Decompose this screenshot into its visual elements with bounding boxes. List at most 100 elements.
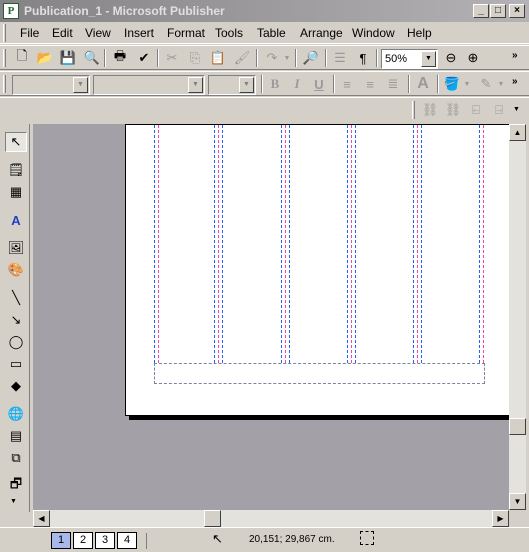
- column-guide: [421, 125, 422, 363]
- text-box-icon[interactable]: 🗒: [5, 160, 27, 180]
- create-link-icon[interactable]: ⛓: [420, 100, 440, 120]
- toolbar-grip[interactable]: [3, 75, 6, 93]
- autoshapes-icon[interactable]: ◆: [5, 376, 27, 396]
- toolbar-overflow-icon[interactable]: »: [512, 76, 518, 87]
- new-icon[interactable]: 🗋: [12, 48, 32, 68]
- scroll-right-icon[interactable]: ▶: [492, 510, 509, 527]
- vertical-scrollbar[interactable]: ▲ ▼: [509, 124, 526, 510]
- underline-button[interactable]: U: [309, 74, 329, 94]
- close-button[interactable]: ×: [509, 4, 525, 18]
- scroll-down-icon[interactable]: ▼: [509, 493, 526, 510]
- publication-page[interactable]: [125, 124, 509, 416]
- picture-frame-icon[interactable]: 🖼: [5, 238, 27, 258]
- toolbar-overflow-icon[interactable]: »: [512, 50, 518, 61]
- form-control-icon[interactable]: ▤: [5, 426, 27, 446]
- zoom-magnifier-icon[interactable]: 🔎: [301, 48, 321, 68]
- open-icon[interactable]: 📂: [35, 48, 55, 68]
- redo-dropdown-icon[interactable]: ▼: [282, 48, 292, 68]
- cut-icon[interactable]: ✂: [162, 48, 182, 68]
- fill-color-dropdown-icon[interactable]: ▼: [462, 74, 472, 94]
- horizontal-scrollbar[interactable]: ◀ ▶: [33, 510, 509, 527]
- toolbar-separator: [157, 49, 159, 67]
- line-icon[interactable]: ╲: [5, 288, 27, 308]
- paste-icon[interactable]: 📋: [208, 48, 228, 68]
- menu-view[interactable]: View: [85, 26, 111, 40]
- break-link-icon[interactable]: ⛓: [443, 100, 463, 120]
- paragraph-icon[interactable]: ¶: [353, 48, 373, 68]
- title-bar: P Publication_1 - Microsoft Publisher _ …: [0, 0, 529, 22]
- menu-format[interactable]: Format: [167, 26, 205, 40]
- clip-art-icon[interactable]: 🎨: [5, 260, 27, 280]
- font-size-select[interactable]: ▼: [208, 75, 256, 95]
- print-preview-icon[interactable]: 🔍: [82, 48, 102, 68]
- menu-window[interactable]: Window: [352, 26, 395, 40]
- scroll-left-icon[interactable]: ◀: [33, 510, 50, 527]
- toolbar-grip[interactable]: [412, 101, 415, 119]
- next-frame-icon[interactable]: ⍈: [489, 100, 509, 120]
- font-select[interactable]: ▼: [93, 75, 205, 95]
- oval-icon[interactable]: ◯: [5, 332, 27, 352]
- columns-icon[interactable]: ☰: [330, 48, 350, 68]
- align-center-icon[interactable]: ≡: [360, 74, 380, 94]
- bold-button[interactable]: B: [265, 74, 285, 94]
- menu-tools[interactable]: Tools: [215, 26, 243, 40]
- column-guide: [285, 125, 286, 363]
- fill-color-icon[interactable]: 🪣: [442, 74, 462, 94]
- standard-toolbar: 🗋 📂 💾 🔍 🖶 ✔ ✂ ⎘ 📋 🖌 ↷ ▼ 🔎 ☰ ¶ 50% ▼ ⊖ ⊕ …: [0, 45, 529, 70]
- arrow-icon[interactable]: ↘: [5, 310, 27, 330]
- menu-edit[interactable]: Edit: [52, 26, 73, 40]
- italic-button[interactable]: I: [287, 74, 307, 94]
- redo-icon[interactable]: ↷: [262, 48, 282, 68]
- menu-arrange[interactable]: Arrange: [300, 26, 343, 40]
- page-navigator-page-1[interactable]: 1: [51, 532, 71, 549]
- scroll-up-icon[interactable]: ▲: [509, 124, 526, 141]
- page-navigator-page-4[interactable]: 4: [117, 532, 137, 549]
- zoom-out-icon[interactable]: ⊖: [441, 48, 461, 68]
- wordart-icon[interactable]: A: [5, 210, 27, 230]
- grow-font-icon[interactable]: A: [413, 74, 433, 94]
- rectangle-icon[interactable]: ▭: [5, 354, 27, 374]
- menu-file[interactable]: File: [20, 26, 39, 40]
- spelling-icon[interactable]: ✔: [134, 48, 154, 68]
- save-icon[interactable]: 💾: [58, 48, 78, 68]
- menu-table[interactable]: Table: [257, 26, 286, 40]
- design-gallery-icon[interactable]: 🗗: [5, 476, 27, 496]
- chevron-down-icon[interactable]: ▼: [239, 77, 254, 93]
- format-painter-icon[interactable]: 🖌: [232, 48, 252, 68]
- toolbox-overflow-icon[interactable]: ▼: [10, 498, 17, 505]
- select-pointer-icon[interactable]: ↖: [5, 132, 27, 152]
- menu-help[interactable]: Help: [407, 26, 432, 40]
- publication-workspace[interactable]: [33, 124, 509, 510]
- maximize-button[interactable]: □: [490, 4, 506, 18]
- hot-spot-icon[interactable]: 🌐: [5, 404, 27, 424]
- toolbar-separator: [261, 75, 263, 93]
- chevron-down-icon[interactable]: ▼: [421, 51, 436, 67]
- print-icon[interactable]: 🖶: [110, 48, 130, 68]
- toolbar-options-icon[interactable]: ▼: [513, 106, 520, 113]
- chevron-down-icon[interactable]: ▼: [188, 77, 203, 93]
- copy-icon[interactable]: ⎘: [185, 48, 205, 68]
- menu-grip[interactable]: [3, 24, 6, 42]
- zoom-select[interactable]: 50% ▼: [381, 49, 438, 69]
- align-left-icon[interactable]: ≡: [337, 74, 357, 94]
- toolbar-grip[interactable]: [3, 49, 6, 67]
- line-color-icon[interactable]: ✎: [476, 74, 496, 94]
- line-color-dropdown-icon[interactable]: ▼: [496, 74, 506, 94]
- page-navigator-page-2[interactable]: 2: [73, 532, 93, 549]
- vertical-scroll-thumb[interactable]: [509, 418, 526, 435]
- style-select[interactable]: ▼: [12, 75, 90, 95]
- chevron-down-icon[interactable]: ▼: [73, 77, 88, 93]
- zoom-in-icon[interactable]: ⊕: [463, 48, 483, 68]
- table-icon[interactable]: ▦: [5, 182, 27, 202]
- html-fragment-icon[interactable]: ⧉: [5, 448, 27, 468]
- column-guide: [214, 125, 215, 363]
- publisher-app-icon[interactable]: P: [3, 3, 19, 19]
- horizontal-scroll-thumb[interactable]: [204, 510, 221, 527]
- previous-frame-icon[interactable]: ⍇: [466, 100, 486, 120]
- minimize-button[interactable]: _: [473, 4, 489, 18]
- status-divider: [146, 533, 147, 549]
- menu-insert[interactable]: Insert: [124, 26, 154, 40]
- page-navigator-page-3[interactable]: 3: [95, 532, 115, 549]
- align-justify-icon[interactable]: ≣: [383, 74, 403, 94]
- toolbar-separator: [256, 49, 258, 67]
